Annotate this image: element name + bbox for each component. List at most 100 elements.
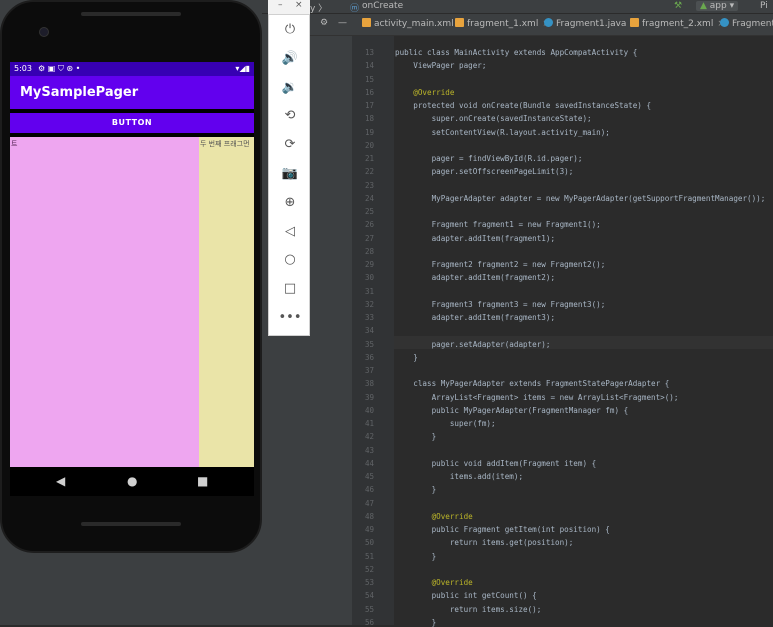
- line-number: 50: [364, 538, 374, 548]
- line-number: 29: [364, 260, 374, 269]
- nav-recent-icon[interactable]: ■: [197, 474, 208, 488]
- code-line: }: [395, 617, 437, 627]
- more-icon[interactable]: •••: [269, 310, 311, 326]
- pager-page-1[interactable]: 트: [10, 137, 199, 467]
- tab-label: Fragment2.j: [732, 19, 773, 29]
- status-bar: 5:03 ⚙ ▣ ⛉ ⊛ • ▾◢▮: [10, 62, 254, 76]
- line-number: 17: [364, 101, 374, 110]
- settings-gear-icon[interactable]: ⚙: [320, 18, 328, 28]
- line-number: 20: [364, 140, 374, 150]
- xml-file-icon: [630, 18, 639, 27]
- line-number: 27: [364, 233, 374, 243]
- line-number: 30: [364, 273, 374, 283]
- rotate-right-icon[interactable]: ⟳: [269, 137, 311, 153]
- emulator-toolbar-header: – ×: [268, 0, 310, 14]
- tab-fragment1-java[interactable]: Fragment1.java×: [544, 18, 638, 29]
- phone-frame: 5:03 ⚙ ▣ ⛉ ⊛ • ▾◢▮ MySamplePager BUTTON …: [0, 0, 262, 553]
- top-speaker: [81, 12, 181, 16]
- editor-tab-bar: ⚙ — activity_main.xml× fragment_1.xml× F…: [310, 14, 773, 36]
- minimize-button[interactable]: –: [278, 0, 283, 10]
- code-line: return items.size();: [395, 604, 542, 614]
- code-line: MyPagerAdapter adapter = new MyPagerAdap…: [395, 193, 766, 203]
- camera-icon[interactable]: 📷: [269, 166, 311, 182]
- code-editor[interactable]: 13 public class MainActivity extends AppC…: [352, 36, 773, 627]
- line-number: 45: [364, 472, 374, 481]
- line-number: 36: [364, 352, 374, 362]
- phone-screen: 5:03 ⚙ ▣ ⛉ ⊛ • ▾◢▮ MySamplePager BUTTON …: [10, 62, 254, 496]
- line-number: 48: [364, 511, 374, 521]
- line-number: 40: [364, 405, 374, 415]
- zoom-icon[interactable]: ⊕: [269, 195, 311, 211]
- code-line: @Override: [395, 511, 473, 521]
- page-2-text: 두 번째 프래그먼: [200, 140, 250, 148]
- line-number: 41: [364, 419, 374, 428]
- emulator-toolbar: ⏻ 🔊 🔉 ⟲ ⟳ 📷 ⊕ ◁ ○ □ •••: [268, 14, 310, 336]
- line-number: 23: [364, 180, 374, 190]
- app-bar: MySamplePager: [10, 76, 254, 109]
- status-signal-battery-icons: ▾◢▮: [235, 64, 250, 73]
- home-icon[interactable]: ○: [269, 252, 311, 268]
- code-line: }: [395, 485, 437, 495]
- tab-fragment-2-xml[interactable]: fragment_2.xml×: [630, 18, 725, 29]
- pager-page-2[interactable]: 두 번째 프래그먼: [199, 137, 254, 467]
- tab-activity-main-xml[interactable]: activity_main.xml×: [362, 18, 465, 29]
- nav-home-icon[interactable]: ●: [127, 474, 137, 488]
- line-number: 25: [364, 207, 374, 216]
- code-line: @Override: [395, 87, 455, 97]
- code-line: class MyPagerAdapter extends FragmentSta…: [395, 379, 670, 389]
- code-line: ViewPager pager;: [395, 61, 487, 71]
- hammer-icon[interactable]: ⚒: [674, 1, 682, 11]
- line-number: 52: [364, 564, 374, 574]
- line-number: 35: [364, 339, 374, 349]
- code-line: adapter.addItem(fragment2);: [395, 273, 556, 283]
- line-number: 47: [364, 498, 374, 508]
- line-number: 24: [364, 193, 374, 203]
- device-dropdown[interactable]: Pi: [760, 1, 768, 11]
- status-time: 5:03: [14, 64, 32, 73]
- code-line: pager.setAdapter(adapter);: [395, 339, 551, 349]
- method-icon: ⓜ: [350, 4, 360, 14]
- close-button[interactable]: ×: [295, 0, 303, 10]
- line-number: 44: [364, 458, 374, 468]
- ide-navigation-bar: y 〉 ⓜ onCreate ⚒ ▲ app ▾ Pi: [262, 0, 773, 14]
- page-1-text: 트: [11, 140, 18, 148]
- line-number: 54: [364, 591, 374, 601]
- line-number: 33: [364, 313, 374, 322]
- line-number: 49: [364, 525, 374, 534]
- tab-fragment2-java[interactable]: Fragment2.j: [720, 18, 773, 29]
- volume-up-icon[interactable]: 🔊: [269, 51, 311, 67]
- line-number: 46: [364, 485, 374, 495]
- code-line: }: [395, 432, 437, 442]
- line-number: 38: [364, 379, 374, 389]
- tab-label: Fragment1.java: [556, 19, 627, 29]
- line-number: 53: [364, 578, 374, 587]
- volume-down-icon[interactable]: 🔉: [269, 80, 311, 96]
- nav-back-icon[interactable]: ◀: [56, 474, 65, 488]
- line-number: 56: [364, 617, 374, 627]
- tab-fragment-1-xml[interactable]: fragment_1.xml×: [455, 18, 550, 29]
- line-number: 28: [364, 246, 374, 256]
- java-class-icon: [720, 18, 729, 27]
- run-config-dropdown[interactable]: ▲ app ▾: [696, 1, 739, 11]
- xml-file-icon: [362, 18, 371, 27]
- line-number: 18: [364, 114, 374, 124]
- line-number: 32: [364, 299, 374, 309]
- code-line: public class MainActivity extends AppCom…: [395, 48, 638, 57]
- overview-icon[interactable]: □: [269, 281, 311, 297]
- run-config-label: app: [709, 1, 727, 11]
- breadcrumb-method[interactable]: onCreate: [362, 1, 403, 11]
- main-button[interactable]: BUTTON: [10, 113, 254, 133]
- code-line: super(fm);: [395, 419, 496, 428]
- code-line: adapter.addItem(fragment3);: [395, 313, 556, 322]
- code-line: public MyPagerAdapter(FragmentManager fm…: [395, 405, 629, 415]
- java-class-icon: [544, 18, 553, 27]
- power-icon[interactable]: ⏻: [269, 22, 311, 38]
- back-icon[interactable]: ◁: [269, 224, 311, 240]
- line-number: 43: [364, 445, 374, 455]
- collapse-icon[interactable]: —: [338, 18, 347, 28]
- line-number: 31: [364, 286, 374, 296]
- code-line: pager.setOffscreenPageLimit(3);: [395, 167, 574, 177]
- rotate-left-icon[interactable]: ⟲: [269, 108, 311, 124]
- code-line: ArrayList<Fragment> items = new ArrayLis…: [395, 392, 679, 402]
- tab-label: fragment_2.xml: [642, 19, 714, 29]
